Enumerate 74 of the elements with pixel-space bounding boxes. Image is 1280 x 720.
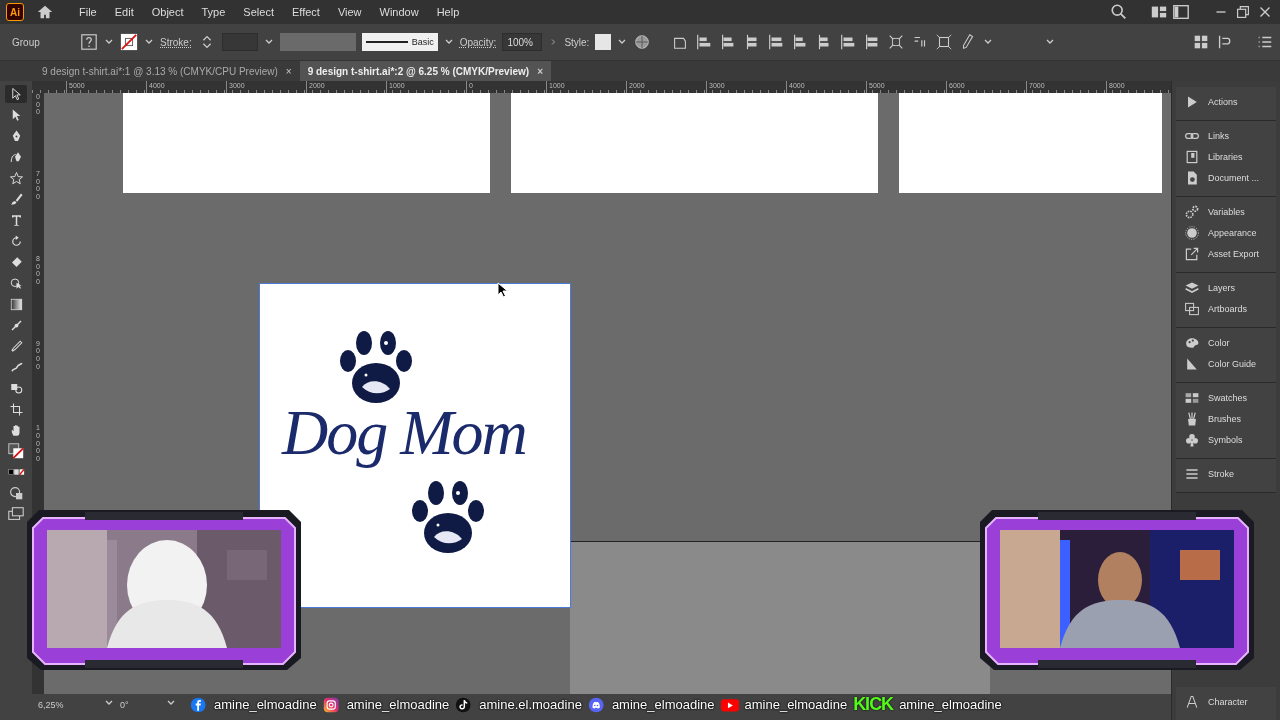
panel-item[interactable]: Variables xyxy=(1176,203,1276,221)
appearance-icon xyxy=(1184,225,1200,241)
home-icon[interactable] xyxy=(36,3,54,21)
panel-item[interactable]: Color Guide xyxy=(1176,355,1276,373)
social-handle: amine_elmoadine xyxy=(346,697,450,712)
close-tab-icon[interactable]: × xyxy=(285,65,292,77)
social-handle: amine_elmoadine xyxy=(214,697,317,712)
gears-icon xyxy=(1184,204,1200,220)
social-handle: amine_elmoadine xyxy=(744,697,848,712)
recolor-icon[interactable] xyxy=(633,33,652,51)
zoom-field[interactable]: 6,25% xyxy=(38,698,98,712)
menu-item[interactable]: Type xyxy=(194,4,233,20)
export-icon xyxy=(1184,246,1200,262)
brush-definition-field[interactable]: Basic xyxy=(361,33,438,51)
arrange-icon[interactable] xyxy=(1192,33,1210,51)
selection-tool-icon[interactable] xyxy=(5,85,27,103)
close-tab-icon[interactable]: × xyxy=(537,65,543,77)
restore-icon[interactable] xyxy=(1234,3,1252,21)
document-tab[interactable]: 9 design t-shirt.ai*:2 @ 6.25 % (CMYK/Preview) × xyxy=(299,61,551,81)
menu-item[interactable]: View xyxy=(330,4,369,20)
opacity-field[interactable]: 100% xyxy=(502,33,543,51)
rotation-field[interactable]: 0° xyxy=(120,698,160,712)
fill-stroke-icon[interactable] xyxy=(7,442,25,460)
panel-item[interactable]: Artboards xyxy=(1176,300,1276,318)
artwork-title: Dog Mom xyxy=(282,396,526,470)
menu-item[interactable]: Effect xyxy=(284,4,327,20)
panel-item[interactable]: Swatches xyxy=(1176,389,1276,407)
kick-logo: KICK xyxy=(853,694,894,715)
discord-icon xyxy=(587,695,606,714)
menu-item[interactable]: Select xyxy=(236,4,281,20)
panel-item[interactable]: Stroke xyxy=(1176,465,1276,483)
panel-item[interactable]: Appearance xyxy=(1176,224,1276,242)
panel-item[interactable]: Character xyxy=(1176,693,1276,711)
character-icon xyxy=(1184,694,1200,710)
panel-item[interactable]: Symbols xyxy=(1176,431,1276,449)
selection-type: Group xyxy=(11,36,41,48)
social-handle: amine_elmoadine xyxy=(899,697,1002,712)
menu-item[interactable]: Help xyxy=(429,4,467,20)
palette-icon xyxy=(1184,335,1200,351)
style-label: Style: xyxy=(564,36,590,48)
club-icon xyxy=(1184,432,1200,448)
panel-item[interactable]: Color xyxy=(1176,334,1276,352)
opacity-label[interactable]: Opacity: xyxy=(459,36,497,48)
layers-icon xyxy=(1184,280,1200,296)
search-icon[interactable] xyxy=(1110,3,1128,21)
panel-item[interactable]: Actions xyxy=(1176,93,1276,111)
app-logo: Ai xyxy=(6,3,24,21)
menu-item[interactable]: Window xyxy=(372,4,426,20)
library-icon xyxy=(1184,149,1200,165)
panel-item[interactable]: Asset Export xyxy=(1176,245,1276,263)
color-guide-icon xyxy=(1184,356,1200,372)
screen-mode-icon[interactable] xyxy=(7,505,25,523)
crop-icon[interactable] xyxy=(935,33,954,51)
facebook-icon xyxy=(190,695,208,714)
stroke-label[interactable]: Stroke: xyxy=(160,36,192,48)
swatches-icon xyxy=(1184,390,1200,406)
panel-layout-icon[interactable] xyxy=(1172,3,1190,21)
panel-item[interactable]: Links xyxy=(1176,127,1276,145)
no-stroke-icon[interactable] xyxy=(120,33,138,51)
panel-item[interactable]: Document ... xyxy=(1176,169,1276,187)
panel-item[interactable]: Brushes xyxy=(1176,410,1276,428)
draw-mode-icon[interactable] xyxy=(7,484,25,502)
artboards-icon xyxy=(1184,301,1200,317)
social-handle: amine.el.moadine xyxy=(479,697,582,712)
variable-width-field[interactable] xyxy=(279,33,356,51)
menu-item[interactable]: File xyxy=(72,4,104,20)
stroke-lines-icon xyxy=(1184,466,1200,482)
panel-item[interactable]: Libraries xyxy=(1176,148,1276,166)
menu-item[interactable]: Object xyxy=(144,4,191,20)
panel-item[interactable]: Layers xyxy=(1176,279,1276,297)
unknown-fill-icon[interactable] xyxy=(80,33,98,51)
graphic-style-swatch[interactable] xyxy=(595,34,612,50)
social-handle: amine_elmoadine xyxy=(611,697,715,712)
menu-item[interactable]: Edit xyxy=(107,4,141,20)
